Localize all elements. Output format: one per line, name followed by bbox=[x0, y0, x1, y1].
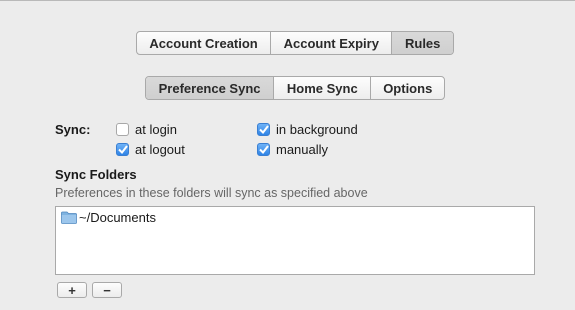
list-item[interactable]: ~/Documents bbox=[61, 210, 156, 225]
tab-options[interactable]: Options bbox=[370, 77, 444, 99]
checkmark-icon bbox=[258, 124, 269, 134]
at-login-label: at login bbox=[135, 121, 177, 137]
add-folder-button[interactable]: + bbox=[57, 282, 87, 298]
tab-preference-sync[interactable]: Preference Sync bbox=[146, 77, 274, 99]
window-top-border bbox=[0, 0, 575, 1]
sync-in-background-option[interactable]: in background bbox=[257, 121, 358, 137]
sync-manually-option[interactable]: manually bbox=[257, 141, 328, 157]
at-logout-label: at logout bbox=[135, 141, 185, 157]
sub-tab-bar: Preference Sync Home Sync Options bbox=[145, 76, 445, 100]
top-tab-bar: Account Creation Account Expiry Rules bbox=[136, 31, 454, 55]
sync-folders-list[interactable]: ~/Documents bbox=[55, 206, 535, 275]
checkmark-icon bbox=[117, 144, 128, 154]
manually-label: manually bbox=[276, 141, 329, 157]
folder-path: ~/Documents bbox=[79, 210, 156, 225]
checkmark-icon bbox=[258, 144, 269, 154]
sync-label: Sync: bbox=[55, 122, 91, 137]
tab-home-sync[interactable]: Home Sync bbox=[273, 77, 370, 99]
folder-icon bbox=[61, 211, 77, 224]
sync-at-login-option[interactable]: at login bbox=[116, 121, 177, 137]
tab-rules[interactable]: Rules bbox=[391, 32, 453, 54]
checkbox-at-login[interactable] bbox=[116, 122, 129, 136]
sync-folders-title: Sync Folders bbox=[55, 167, 137, 182]
sync-at-logout-option[interactable]: at logout bbox=[116, 141, 185, 157]
checkbox-in-background[interactable] bbox=[257, 122, 270, 136]
checkbox-manually[interactable] bbox=[257, 142, 270, 156]
remove-folder-button[interactable]: − bbox=[92, 282, 122, 298]
sync-folders-description: Preferences in these folders will sync a… bbox=[55, 186, 368, 200]
in-background-label: in background bbox=[276, 121, 358, 137]
tab-account-creation[interactable]: Account Creation bbox=[137, 32, 270, 54]
checkbox-at-logout[interactable] bbox=[116, 142, 129, 156]
tab-account-expiry[interactable]: Account Expiry bbox=[270, 32, 391, 54]
